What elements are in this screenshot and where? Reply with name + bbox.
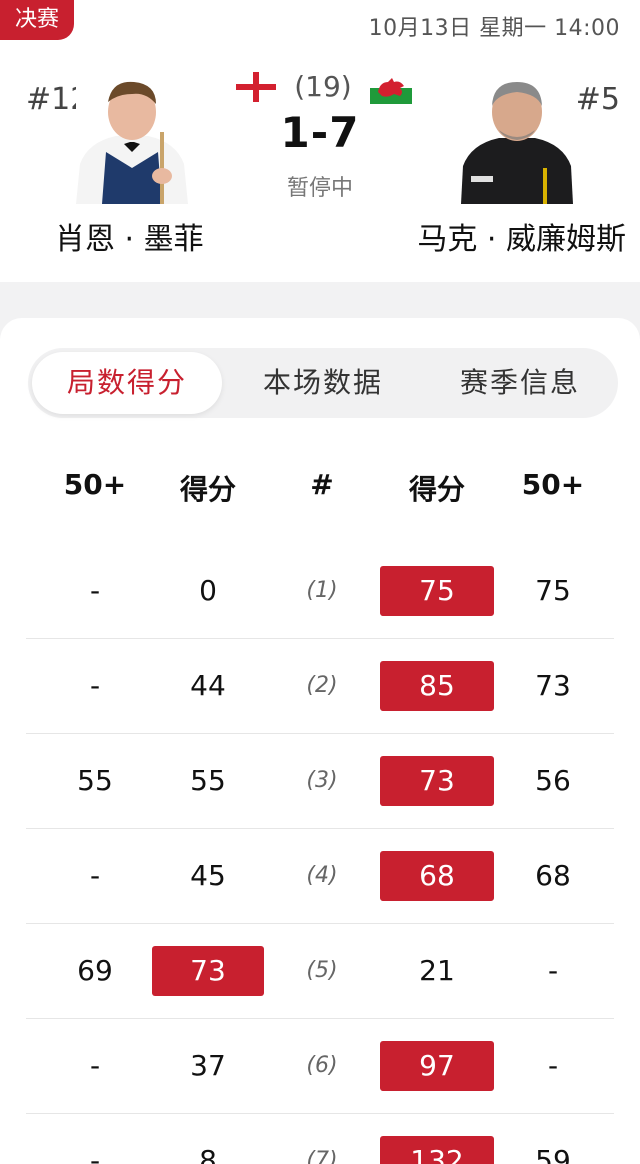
left-50plus-cell: -	[89, 859, 101, 892]
left-50plus-cell: -	[89, 1144, 101, 1164]
right-player-name[interactable]: 马克 · 威廉姆斯	[417, 214, 626, 258]
table-row: - 45 (4) 68 68	[0, 829, 640, 924]
right-score-cell: 132	[380, 1136, 494, 1164]
stage-badge: 决赛	[0, 0, 74, 40]
left-score-cell: 8	[199, 1144, 217, 1164]
right-50plus-cell: 75	[535, 574, 571, 607]
header-right-score: 得分	[408, 473, 465, 506]
left-score-cell: 37	[190, 1049, 226, 1082]
wales-flag-icon	[370, 72, 412, 104]
table-row: 69 73 (5) 21 -	[0, 924, 640, 1019]
right-score-cell: 97	[380, 1041, 494, 1091]
right-50plus-cell: 56	[535, 764, 571, 797]
right-score-cell: 73	[380, 756, 494, 806]
match-status: 暂停中	[286, 176, 353, 201]
table-row: - 0 (1) 75 75	[0, 544, 640, 639]
table-header: 50+ 得分 # 得分 50+	[0, 468, 640, 508]
table-row: - 37 (6) 97 -	[0, 1019, 640, 1114]
match-datetime: 10月13日 星期一 14:00	[368, 16, 620, 41]
table-row: 55 55 (3) 73 56	[0, 734, 640, 829]
tab-bar: 本场数据 赛季信息 局数得分	[28, 348, 618, 418]
frame-number-cell: (6)	[306, 1053, 338, 1078]
table-row: - 8 (7) 132 59	[0, 1114, 640, 1164]
best-of-frames: (19)	[294, 70, 352, 103]
frame-number-cell: (1)	[306, 578, 338, 603]
left-50plus-cell: 55	[77, 764, 113, 797]
tab-match-stats[interactable]: 本场数据	[224, 348, 422, 418]
frame-number-cell: (4)	[306, 863, 338, 888]
right-50plus-cell: 68	[535, 859, 571, 892]
left-score-cell: 45	[190, 859, 226, 892]
header-left-50plus: 50+	[63, 468, 127, 501]
frame-number-cell: (2)	[306, 673, 338, 698]
right-score-cell: 85	[380, 661, 494, 711]
header-left-score: 得分	[179, 473, 236, 506]
left-score-cell: 73	[152, 946, 264, 996]
right-score-cell: 68	[380, 851, 494, 901]
frame-number-cell: (3)	[306, 768, 338, 793]
match-header: 决赛 10月13日 星期一 14:00 #12 #5 肖恩 · 墨菲 马克 · …	[0, 0, 640, 282]
left-50plus-cell: -	[89, 1049, 101, 1082]
england-flag-icon	[236, 72, 276, 102]
tab-frame-scores[interactable]: 局数得分	[32, 352, 222, 414]
right-50plus-cell: 73	[535, 669, 571, 702]
left-score-cell: 55	[190, 764, 226, 797]
left-player-name[interactable]: 肖恩 · 墨菲	[55, 214, 204, 258]
right-score-cell: 75	[380, 566, 494, 616]
frame-number-cell: (7)	[306, 1148, 338, 1164]
header-right-50plus: 50+	[521, 468, 585, 501]
left-50plus-cell: 69	[77, 954, 113, 987]
right-50plus-cell: 59	[535, 1144, 571, 1164]
frame-number-cell: (5)	[306, 958, 338, 983]
right-50plus-cell: -	[547, 1049, 559, 1082]
left-score-cell: 0	[199, 574, 217, 607]
left-50plus-cell: -	[89, 574, 101, 607]
right-score-cell: 21	[419, 954, 455, 987]
main-panel: 本场数据 赛季信息 局数得分 50+ 得分 # 得分 50+ - 0 (1) 75 75…	[0, 318, 640, 1164]
match-score: 1-7	[280, 108, 360, 157]
left-50plus-cell: -	[89, 669, 101, 702]
table-row: - 44 (2) 85 73	[0, 639, 640, 734]
tab-season-info[interactable]: 赛季信息	[422, 348, 618, 418]
header-frame-number: #	[310, 468, 334, 501]
right-50plus-cell: -	[547, 954, 559, 987]
right-player-rank: #5	[575, 82, 620, 117]
left-score-cell: 44	[190, 669, 226, 702]
left-player-avatar[interactable]	[76, 72, 188, 204]
right-player-avatar[interactable]	[461, 72, 573, 204]
